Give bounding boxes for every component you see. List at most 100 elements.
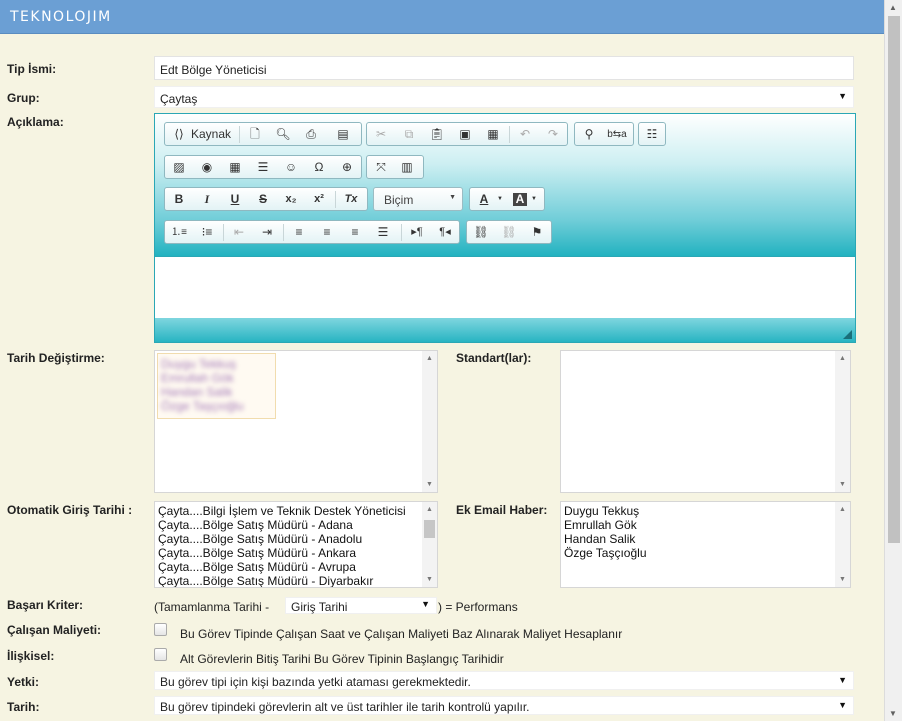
tarih-select[interactable]: Bu görev tipindeki görevlerin alt ve üst… xyxy=(154,696,854,715)
resize-handle-icon[interactable] xyxy=(843,330,852,339)
chevron-down-icon: ▼ xyxy=(421,599,430,609)
grup-select[interactable]: Çaytaş ▼ xyxy=(154,86,854,108)
superscript-button[interactable]: x² xyxy=(309,191,329,208)
justify-icon[interactable]: ☰ xyxy=(373,224,393,241)
listbox-scrollbar[interactable]: ▲ ▼ xyxy=(422,351,437,492)
editor-status-bar xyxy=(155,318,855,342)
select-all-icon[interactable]: ☷ xyxy=(642,126,662,143)
format-combo[interactable]: Biçim ▼ xyxy=(373,187,463,211)
otomatik-giris-listbox[interactable]: Çayta....Bilgi İşlem ve Teknik Destek Yö… xyxy=(154,501,438,588)
list-item[interactable]: Emrullah Gök xyxy=(564,518,637,532)
list-item[interactable]: Çayta....Bölge Satış Müdürü - Ankara xyxy=(158,546,356,560)
editor-content-area[interactable] xyxy=(155,256,855,319)
chevron-down-icon[interactable]: ▼ xyxy=(524,191,544,208)
scroll-up-icon[interactable]: ▲ xyxy=(889,3,897,12)
scroll-down-icon[interactable]: ▼ xyxy=(426,576,433,583)
list-item[interactable]: Handan Salik xyxy=(161,385,232,399)
listbox-scrollbar-thumb[interactable] xyxy=(424,520,435,538)
bulleted-list-icon[interactable]: ⁝≡ xyxy=(197,224,217,241)
anchor-flag-icon[interactable]: ⚑ xyxy=(527,224,547,241)
standartlar-listbox[interactable]: ▲ ▼ xyxy=(560,350,851,493)
chevron-down-icon: ▼ xyxy=(838,700,847,710)
list-item[interactable]: Duygu Tekkuş xyxy=(161,357,236,371)
underline-button[interactable]: U xyxy=(225,191,245,208)
editor-toolbar: ⟨⟩ Kaynak 🗋 🔍︎ ⎙ ▤ ✂ ⧉ 📋︎ ▣ ▦ ↶ ↷ ⚲ b⇆a … xyxy=(155,114,855,256)
list-item[interactable]: Duygu Tekkuş xyxy=(564,504,639,518)
scroll-down-icon[interactable]: ▼ xyxy=(839,481,846,488)
source-button[interactable]: Kaynak xyxy=(187,126,235,143)
iframe-icon[interactable]: ⊕ xyxy=(337,159,357,176)
cut-icon[interactable]: ✂ xyxy=(371,126,391,143)
image-icon[interactable]: ▨ xyxy=(169,159,189,176)
align-right-icon[interactable]: ≡ xyxy=(345,224,365,241)
scroll-up-icon[interactable]: ▲ xyxy=(426,506,433,513)
numbered-list-icon[interactable]: ⒈≡ xyxy=(169,224,189,241)
tip-ismi-input[interactable]: Edt Bölge Yöneticisi xyxy=(154,56,854,80)
list-item[interactable]: Özge Taşçıoğlu xyxy=(161,399,244,413)
undo-icon[interactable]: ↶ xyxy=(515,126,535,143)
list-item[interactable]: Handan Salik xyxy=(564,532,635,546)
scroll-down-icon[interactable]: ▼ xyxy=(839,576,846,583)
new-page-icon[interactable]: 🗋 xyxy=(245,126,265,143)
templates-icon[interactable]: ▤ xyxy=(333,126,353,143)
redo-icon[interactable]: ↷ xyxy=(543,126,563,143)
outdent-icon[interactable]: ⇤ xyxy=(229,224,249,241)
ek-email-listbox[interactable]: Duygu Tekkuş Emrullah Gök Handan Salik Ö… xyxy=(560,501,851,588)
list-item[interactable]: Çayta....Bölge Satış Müdürü - Anadolu xyxy=(158,532,362,546)
smiley-icon[interactable]: ☺ xyxy=(281,159,301,176)
find-icon[interactable]: ⚲ xyxy=(579,126,599,143)
listbox-scrollbar[interactable]: ▲ ▼ xyxy=(422,502,437,587)
chevron-down-icon: ▼ xyxy=(838,675,847,685)
remove-format-button[interactable]: Tx xyxy=(341,191,361,208)
strike-button[interactable]: S xyxy=(253,191,273,208)
paste-text-icon[interactable]: ▣ xyxy=(455,126,475,143)
page-scrollbar-thumb[interactable] xyxy=(888,16,900,543)
scroll-down-icon[interactable]: ▼ xyxy=(426,481,433,488)
maximize-icon[interactable]: ⤧ xyxy=(371,159,391,176)
flash-icon[interactable]: ◉ xyxy=(197,159,217,176)
list-item[interactable]: Çayta....Bölge Satış Müdürü - Adana xyxy=(158,518,353,532)
yetki-select[interactable]: Bu görev tipi için kişi bazında yetki at… xyxy=(154,671,854,690)
indent-icon[interactable]: ⇥ xyxy=(257,224,277,241)
paste-icon[interactable]: 📋︎ xyxy=(427,126,447,143)
scroll-up-icon[interactable]: ▲ xyxy=(426,355,433,362)
show-blocks-icon[interactable]: ▥ xyxy=(397,159,417,176)
italic-button[interactable]: I xyxy=(197,191,217,208)
list-item[interactable]: Çayta....Bölge Satış Müdürü - Avrupa xyxy=(158,560,356,574)
unlink-icon[interactable]: ⛓ xyxy=(499,224,519,241)
scroll-down-icon[interactable]: ▼ xyxy=(889,709,897,718)
list-item[interactable]: Emrullah Gök xyxy=(161,371,234,385)
basari-select[interactable]: Giriş Tarihi ▼ xyxy=(285,597,437,614)
source-icon[interactable]: ⟨⟩ xyxy=(169,126,189,143)
paste-word-icon[interactable]: ▦ xyxy=(483,126,503,143)
link-icon[interactable]: ⛓ xyxy=(471,224,491,241)
scroll-up-icon[interactable]: ▲ xyxy=(839,355,846,362)
list-item[interactable]: Çayta....Bilgi İşlem ve Teknik Destek Yö… xyxy=(158,504,406,518)
format-combo-label: Biçim xyxy=(384,193,414,207)
print-icon[interactable]: ⎙ xyxy=(301,126,321,143)
horizontal-rule-icon[interactable]: ☰ xyxy=(253,159,273,176)
align-center-icon[interactable]: ≡ xyxy=(317,224,337,241)
list-item[interactable]: Özge Taşçıoğlu xyxy=(564,546,647,560)
scroll-up-icon[interactable]: ▲ xyxy=(839,506,846,513)
preview-icon[interactable]: 🔍︎ xyxy=(273,126,293,143)
basari-suffix: ) = Performans xyxy=(438,600,518,614)
listbox-scrollbar[interactable]: ▲ ▼ xyxy=(835,351,850,492)
listbox-scrollbar[interactable]: ▲ ▼ xyxy=(835,502,850,587)
toolbar-group-document: ⟨⟩ Kaynak 🗋 🔍︎ ⎙ ▤ xyxy=(164,122,362,146)
chevron-down-icon[interactable]: ▼ xyxy=(490,191,510,208)
align-left-icon[interactable]: ≡ xyxy=(289,224,309,241)
tarih-degistirme-listbox[interactable]: Duygu Tekkuş Emrullah Gök Handan Salik Ö… xyxy=(154,350,438,493)
iliskisel-checkbox[interactable] xyxy=(154,648,167,661)
replace-icon[interactable]: b⇆a xyxy=(607,126,627,143)
bold-button[interactable]: B xyxy=(169,191,189,208)
page-scrollbar[interactable]: ▲ ▼ xyxy=(884,0,902,721)
list-item[interactable]: Çayta....Bölge Satış Müdürü - Diyarbakır xyxy=(158,574,373,587)
rtl-icon[interactable]: ¶◂ xyxy=(435,224,455,241)
ltr-icon[interactable]: ▸¶ xyxy=(407,224,427,241)
special-char-icon[interactable]: Ω xyxy=(309,159,329,176)
subscript-button[interactable]: x₂ xyxy=(281,191,301,208)
copy-icon[interactable]: ⧉ xyxy=(399,126,419,143)
table-icon[interactable]: ▦ xyxy=(225,159,245,176)
calisan-maliyeti-checkbox[interactable] xyxy=(154,623,167,636)
